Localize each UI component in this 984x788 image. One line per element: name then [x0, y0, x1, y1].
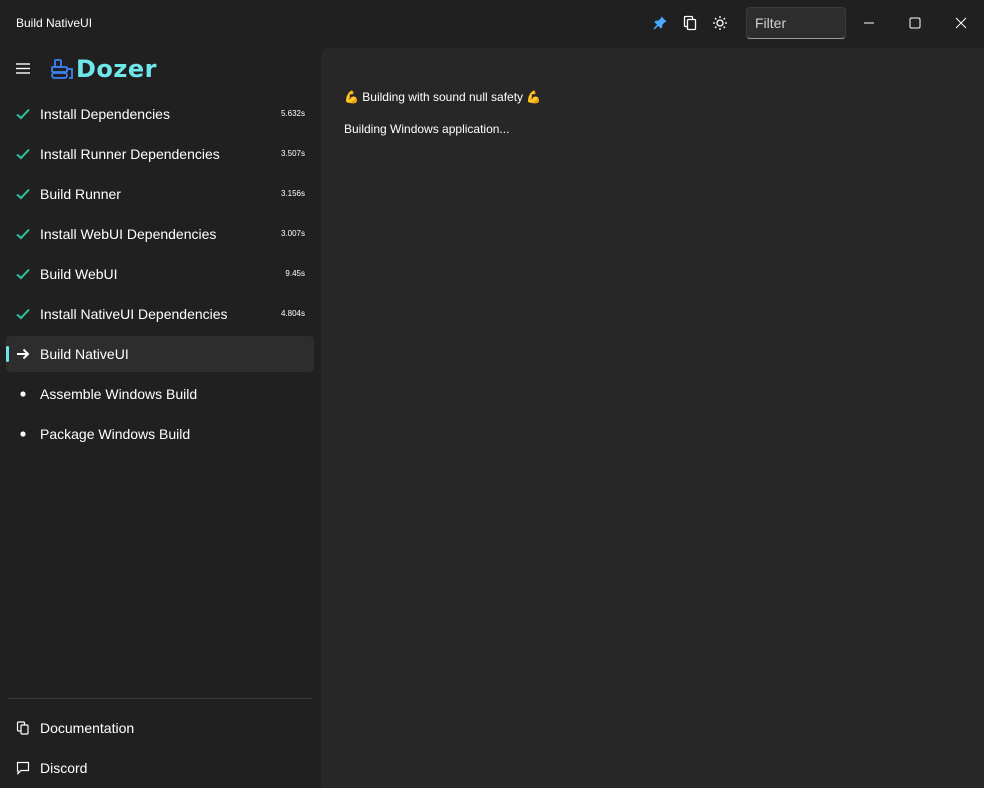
- discord-link[interactable]: Discord: [6, 750, 314, 786]
- step-item-assemble-windows-build[interactable]: Assemble Windows Build: [6, 376, 314, 412]
- step-duration: 3.507s: [280, 149, 305, 158]
- step-item-package-windows-build[interactable]: Package Windows Build: [6, 416, 314, 452]
- pin-icon[interactable]: [650, 13, 670, 33]
- step-item-build-webui[interactable]: Build WebUI 9.45s: [6, 256, 314, 292]
- checkmark-icon: [14, 265, 32, 283]
- checkmark-icon: [14, 185, 32, 203]
- step-label: Install WebUI Dependencies: [40, 226, 217, 242]
- chat-bubble-icon: [14, 759, 32, 777]
- app-window: Build NativeUI Filter Dozer Install Depe…: [0, 0, 984, 788]
- step-label: Install Runner Dependencies: [40, 146, 220, 162]
- window-title: Build NativeUI: [16, 16, 93, 30]
- brand-name: Dozer: [76, 55, 157, 83]
- title-bar: Build NativeUI: [0, 0, 984, 46]
- step-item-install-nativeui-dependencies[interactable]: Install NativeUI Dependencies 4.804s: [6, 296, 314, 332]
- bulldozer-icon: [51, 59, 73, 79]
- selection-indicator: [6, 346, 9, 362]
- step-label: Install Dependencies: [40, 106, 170, 122]
- sun-icon[interactable]: [710, 13, 730, 33]
- hamburger-menu-icon[interactable]: [14, 60, 32, 76]
- step-item-build-nativeui[interactable]: Build NativeUI: [6, 336, 314, 372]
- step-label: Install NativeUI Dependencies: [40, 306, 228, 322]
- filter-input[interactable]: [746, 7, 846, 39]
- step-label: Build NativeUI: [40, 346, 129, 362]
- minimize-button[interactable]: [846, 0, 892, 46]
- log-line: 💪 Building with sound null safety 💪: [344, 90, 542, 104]
- step-item-install-webui-dependencies[interactable]: Install WebUI Dependencies 3.007s: [6, 216, 314, 252]
- step-duration: 3.156s: [280, 189, 305, 198]
- step-duration: 5.632s: [280, 109, 305, 118]
- dozer-logo: Dozer: [50, 55, 157, 83]
- maximize-button[interactable]: [892, 0, 938, 46]
- checkmark-icon: [14, 145, 32, 163]
- close-button[interactable]: [938, 0, 984, 46]
- step-duration: 4.804s: [280, 309, 305, 318]
- step-item-build-runner[interactable]: Build Runner 3.156s: [6, 176, 314, 212]
- step-label: Assemble Windows Build: [40, 386, 198, 402]
- sidebar: Dozer Install Dependencies 5.632s Instal…: [0, 46, 320, 788]
- documentation-label: Documentation: [40, 720, 135, 736]
- sidebar-divider: [8, 698, 312, 699]
- step-item-install-dependencies[interactable]: Install Dependencies 5.632s: [6, 96, 314, 132]
- step-duration: 9.45s: [285, 269, 305, 278]
- step-item-install-runner-dependencies[interactable]: Install Runner Dependencies 3.507s: [6, 136, 314, 172]
- discord-label: Discord: [40, 760, 88, 776]
- step-label: Build WebUI: [40, 266, 118, 282]
- copy-icon[interactable]: [680, 13, 700, 33]
- step-label: Package Windows Build: [40, 426, 191, 442]
- documentation-link[interactable]: Documentation: [6, 710, 314, 746]
- checkmark-icon: [14, 105, 32, 123]
- documents-icon: [14, 719, 32, 737]
- bullet-dot-icon: [14, 425, 32, 443]
- log-line: Building Windows application...: [344, 122, 510, 136]
- arrow-right-icon: [14, 345, 32, 363]
- build-log-panel: 💪 Building with sound null safety 💪 Buil…: [321, 48, 984, 788]
- bullet-dot-icon: [14, 385, 32, 403]
- checkmark-icon: [14, 305, 32, 323]
- step-label: Build Runner: [40, 186, 121, 202]
- step-duration: 3.007s: [280, 229, 305, 238]
- checkmark-icon: [14, 225, 32, 243]
